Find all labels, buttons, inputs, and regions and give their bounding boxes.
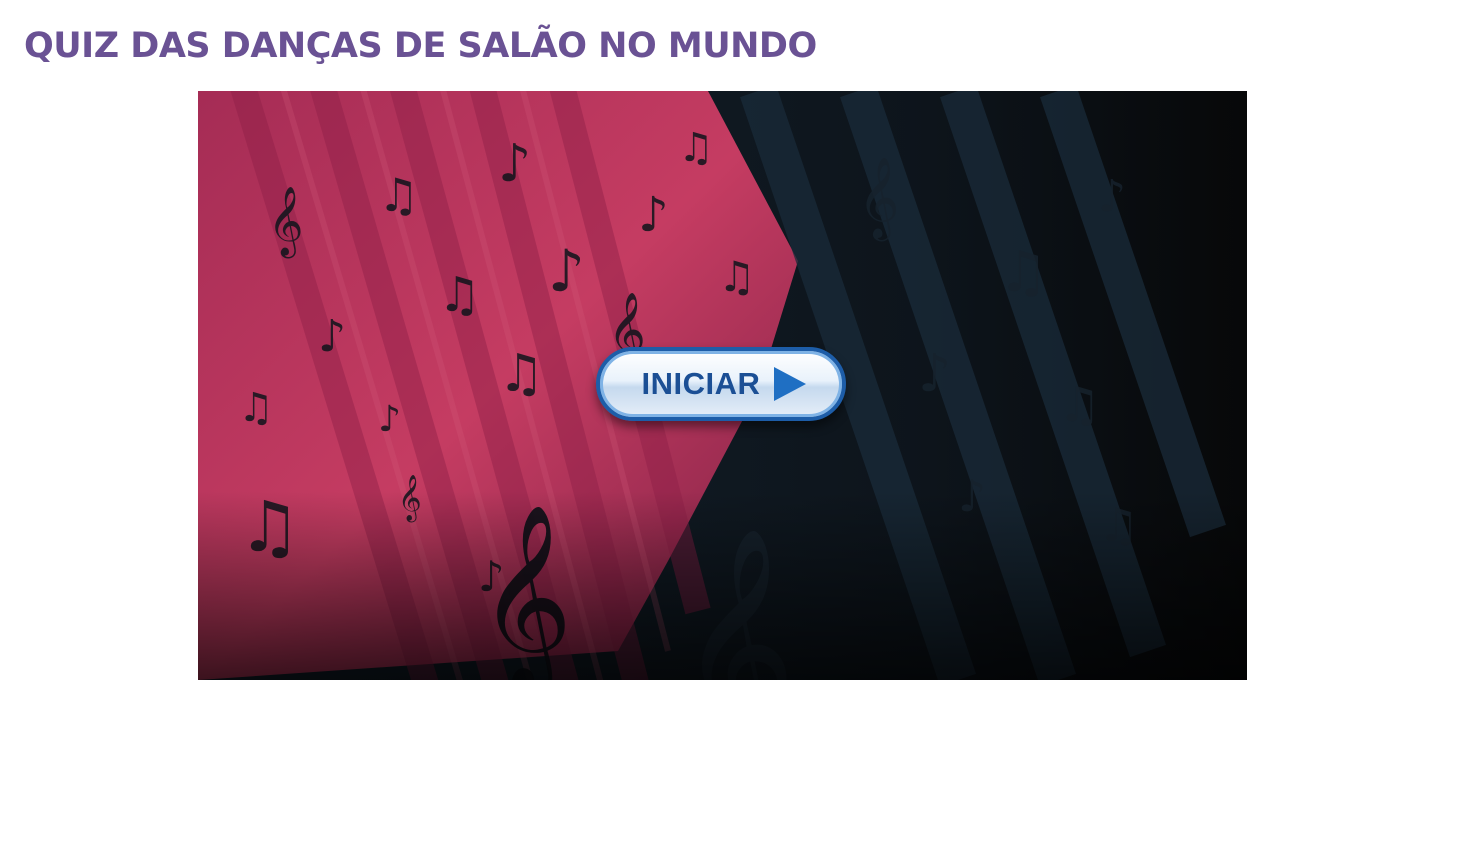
page-title: QUIZ DAS DANÇAS DE SALÃO NO MUNDO [24, 26, 817, 66]
svg-text:♪: ♪ [918, 344, 951, 404]
svg-text:♫: ♫ [998, 240, 1048, 305]
svg-text:♫: ♫ [378, 168, 419, 222]
svg-text:♫: ♫ [498, 344, 545, 404]
svg-text:♫: ♫ [238, 385, 274, 431]
play-triangle-icon [774, 367, 807, 401]
quiz-intro-stage: 𝄞 ♫ ♪ ♫ ♪ ♫ ♪ 𝄞 ♫ ♪ ♫ 𝄞 ♪ ♪ ♫ ♫ 𝄞 𝄞 ♫ ♪ … [198, 91, 1247, 680]
svg-text:♪: ♪ [378, 399, 401, 440]
svg-text:𝄞: 𝄞 [858, 156, 899, 241]
svg-text:♪: ♪ [498, 134, 531, 194]
svg-text:♪: ♪ [1098, 171, 1126, 222]
svg-text:♪: ♪ [548, 237, 585, 305]
start-quiz-button[interactable]: INICIAR [596, 347, 846, 421]
svg-text:𝄞: 𝄞 [268, 186, 303, 258]
svg-text:♫: ♫ [1058, 377, 1101, 433]
svg-text:♫: ♫ [678, 125, 714, 171]
svg-text:♫: ♫ [438, 267, 481, 323]
start-quiz-label: INICIAR [641, 366, 761, 401]
svg-text:♪: ♪ [318, 311, 346, 362]
svg-text:♪: ♪ [638, 187, 669, 243]
svg-text:♫: ♫ [718, 252, 756, 301]
